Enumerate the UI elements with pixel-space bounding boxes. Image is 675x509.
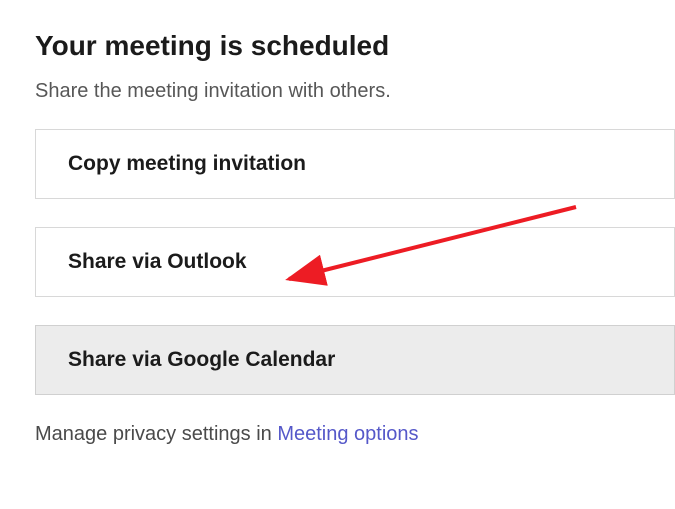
copy-invitation-label: Copy meeting invitation <box>68 152 306 176</box>
footer-prefix: Manage privacy settings in <box>35 423 277 445</box>
copy-invitation-button[interactable]: Copy meeting invitation <box>35 129 675 199</box>
page-subtitle: Share the meeting invitation with others… <box>35 80 675 103</box>
footer-text: Manage privacy settings in Meeting optio… <box>35 423 675 446</box>
share-google-button[interactable]: Share via Google Calendar <box>35 325 675 395</box>
share-outlook-label: Share via Outlook <box>68 250 247 274</box>
share-google-label: Share via Google Calendar <box>68 348 335 372</box>
share-outlook-button[interactable]: Share via Outlook <box>35 227 675 297</box>
meeting-options-link[interactable]: Meeting options <box>277 423 418 445</box>
page-title: Your meeting is scheduled <box>35 30 675 62</box>
